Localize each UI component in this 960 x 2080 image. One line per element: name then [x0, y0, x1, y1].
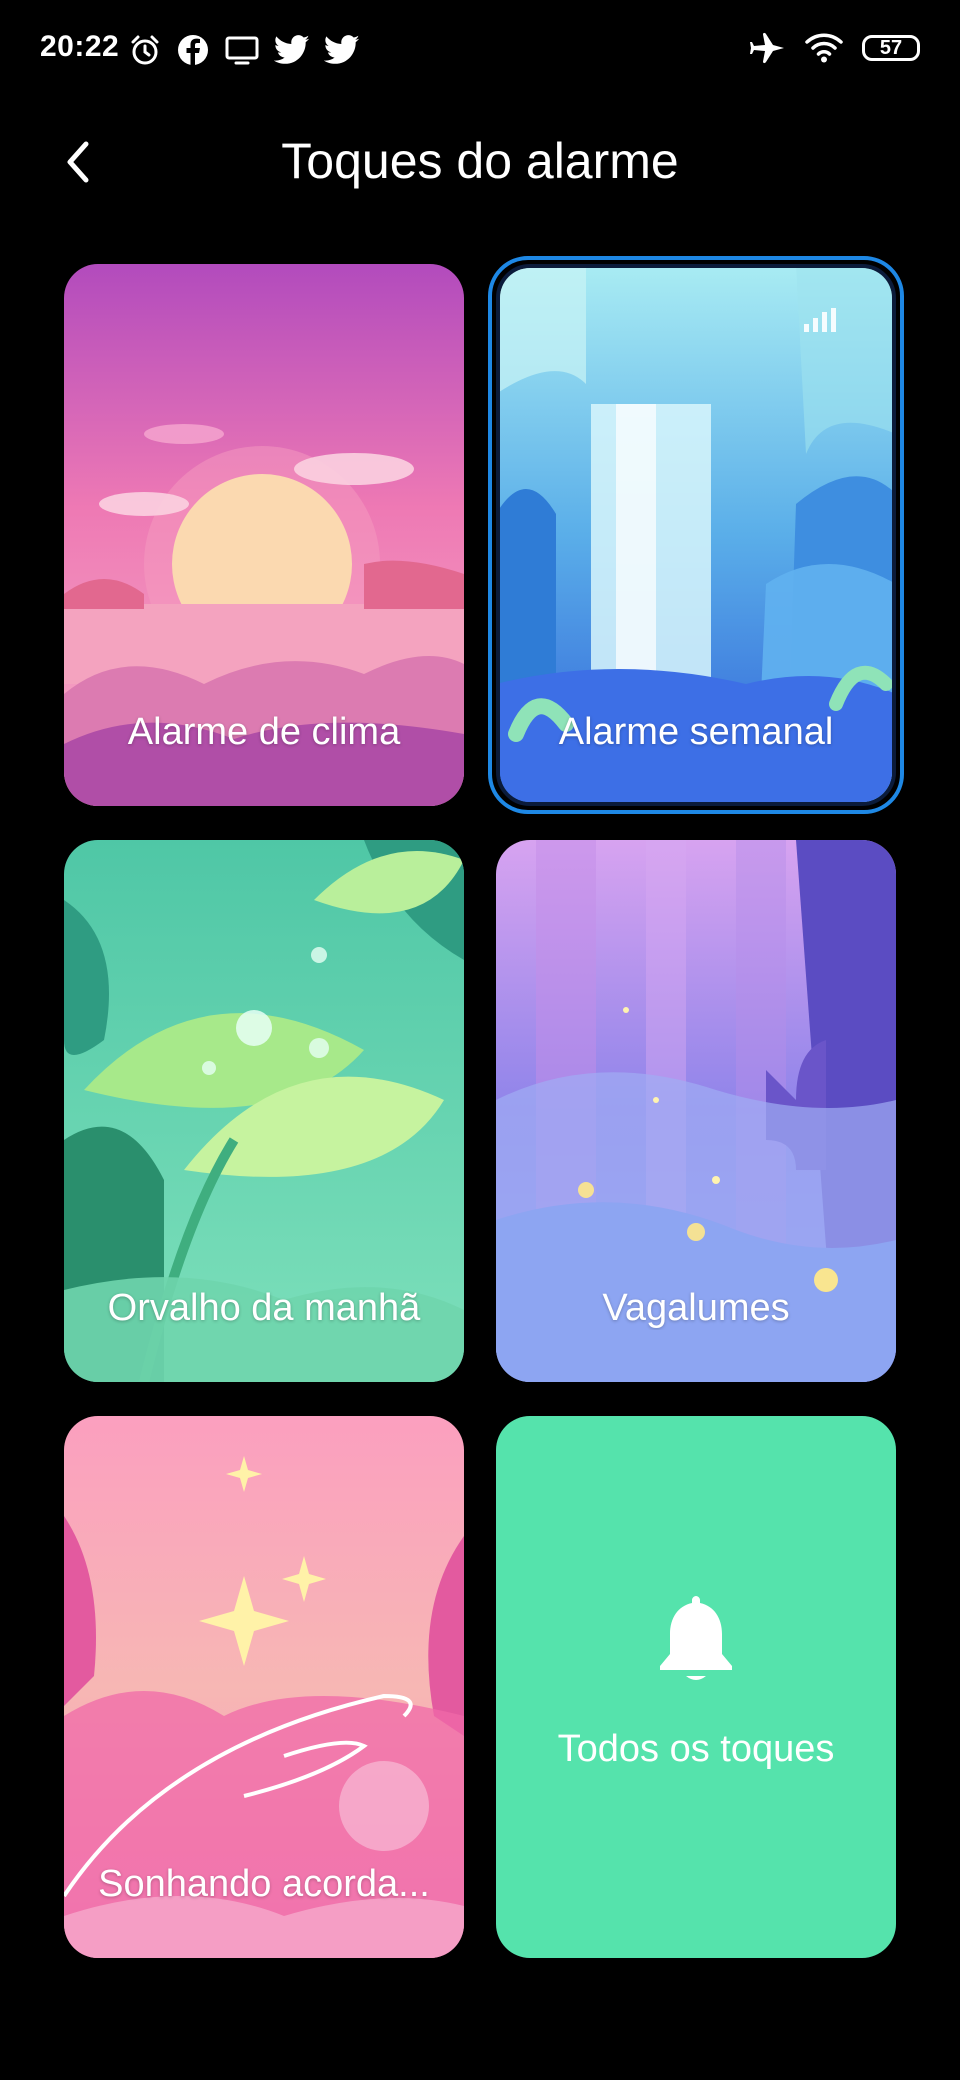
ringtone-card-alarme-de-clima[interactable]: Alarme de clima — [64, 264, 464, 806]
status-icons-left — [128, 30, 360, 70]
alarm-clock-icon — [131, 35, 159, 65]
card-label: Alarme semanal — [558, 711, 834, 753]
ringtone-card-sonhando-acordado[interactable]: Sonhando acorda... — [64, 1416, 464, 1958]
status-icons-right: 57 — [750, 28, 920, 68]
page-title: Toques do alarme — [281, 133, 679, 189]
card-label: Orvalho da manhã — [107, 1287, 421, 1329]
twitter-icon — [324, 35, 360, 64]
all-ringtones-card[interactable]: Todos os toques — [496, 1416, 896, 1958]
status-time: 20:22 — [40, 30, 120, 63]
card-label: Sonhando acorda... — [98, 1863, 430, 1905]
card-label: Vagalumes — [602, 1287, 790, 1329]
twitter-icon — [274, 35, 310, 64]
bell-icon — [660, 1596, 732, 1680]
card-label: Alarme de clima — [127, 711, 401, 753]
ringtone-card-orvalho-da-manha[interactable]: Orvalho da manhã — [64, 840, 464, 1382]
playing-equalizer-icon — [804, 308, 836, 332]
ringtone-card-alarme-semanal[interactable]: Alarme semanal — [496, 264, 896, 806]
facebook-icon — [178, 35, 208, 65]
battery-indicator: 57 — [862, 35, 920, 61]
app-bar: Toques do alarme — [0, 110, 960, 210]
status-bar: 20:22 57 — [0, 0, 960, 100]
wifi-icon — [805, 33, 843, 63]
airplane-mode-icon — [750, 32, 784, 64]
ringtone-card-vagalumes[interactable]: Vagalumes — [496, 840, 896, 1382]
card-label: Todos os toques — [557, 1728, 835, 1770]
tv-icon — [225, 36, 259, 65]
